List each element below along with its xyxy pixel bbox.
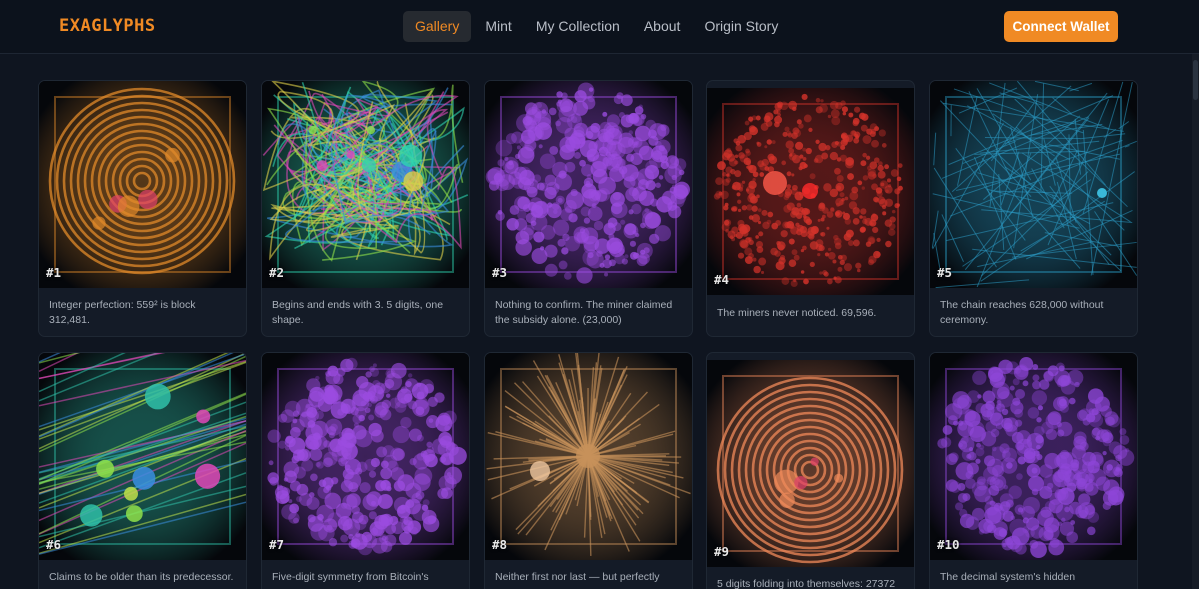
card-caption: Five-digit symmetry from Bitcoin's (272, 571, 429, 583)
card-number: #5 (937, 265, 953, 280)
gallery-card[interactable]: #2 Begins and ends with 3. 5 digits, one… (261, 80, 470, 337)
card-number: #9 (714, 544, 730, 559)
card-caption: The decimal system's hidden (940, 571, 1076, 583)
glyph-artwork (262, 81, 469, 288)
gallery-card[interactable]: #6 Claims to be older than its predecess… (38, 352, 247, 589)
nav-item-mint[interactable]: Mint (473, 11, 523, 42)
card-caption: 5 digits folding into themselves: 27372 (717, 578, 896, 589)
glyph-artwork (39, 81, 246, 288)
gallery-card[interactable]: #3 Nothing to confirm. The miner claimed… (484, 80, 693, 337)
card-number: #10 (937, 537, 960, 552)
nav-item-about[interactable]: About (632, 11, 693, 42)
card-number: #3 (492, 265, 508, 280)
card-number: #2 (269, 265, 285, 280)
gallery-card[interactable]: #5 The chain reaches 628,000 without cer… (929, 80, 1138, 337)
nav-item-origin-story[interactable]: Origin Story (692, 11, 790, 42)
glyph-artwork (930, 353, 1137, 560)
card-caption: Nothing to confirm. The miner claimed th… (495, 299, 673, 326)
card-caption: The chain reaches 628,000 without ceremo… (940, 299, 1104, 326)
card-caption: Neither first nor last — but perfectly (495, 571, 660, 583)
card-number: #7 (269, 537, 285, 552)
gallery-card[interactable]: #9 5 digits folding into themselves: 273… (706, 352, 915, 589)
nav-item-gallery[interactable]: Gallery (403, 11, 472, 42)
connect-wallet-button[interactable]: Connect Wallet (1004, 11, 1118, 42)
brand-logo[interactable]: EXAGLYPHS (59, 16, 156, 36)
top-navigation-bar: EXAGLYPHS Gallery Mint My Collection Abo… (0, 0, 1199, 54)
glyph-artwork (39, 353, 246, 560)
glyph-artwork (485, 353, 692, 560)
page-scrollbar[interactable] (1192, 54, 1199, 589)
glyph-artwork (262, 353, 469, 560)
card-caption: The miners never noticed. 69,596. (717, 307, 877, 319)
card-number: #8 (492, 537, 508, 552)
gallery-card[interactable]: #1 Integer perfection: 559² is block 312… (38, 80, 247, 337)
glyph-artwork (930, 81, 1137, 288)
card-number: #4 (714, 272, 730, 287)
card-caption: Begins and ends with 3. 5 digits, one sh… (272, 299, 444, 326)
card-number: #6 (46, 537, 62, 552)
nav-item-my-collection[interactable]: My Collection (524, 11, 632, 42)
card-number: #1 (46, 265, 62, 280)
main-nav: Gallery Mint My Collection About Origin … (403, 11, 790, 42)
glyph-artwork (707, 88, 914, 295)
glyph-artwork (485, 81, 692, 288)
card-caption: Integer perfection: 559² is block 312,48… (49, 299, 196, 326)
card-caption: Claims to be older than its predecessor. (49, 571, 234, 583)
gallery-card[interactable]: #8 Neither first nor last — but perfectl… (484, 352, 693, 589)
scrollbar-thumb[interactable] (1193, 60, 1198, 100)
gallery-card[interactable]: #4 The miners never noticed. 69,596. (706, 80, 915, 337)
gallery-card[interactable]: #7 Five-digit symmetry from Bitcoin's (261, 352, 470, 589)
glyph-artwork (707, 360, 914, 567)
gallery-card[interactable]: #10 The decimal system's hidden (929, 352, 1138, 589)
